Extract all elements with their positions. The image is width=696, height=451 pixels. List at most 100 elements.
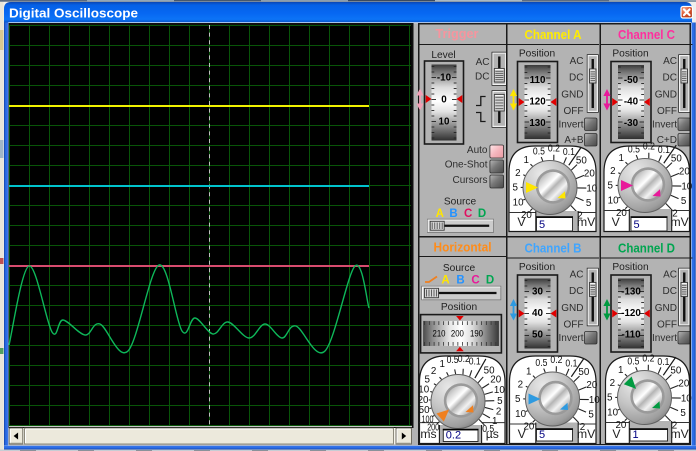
svg-text:1: 1 (633, 429, 639, 441)
svg-text:DC: DC (663, 73, 677, 84)
svg-text:10: 10 (589, 395, 600, 406)
svg-text:50: 50 (532, 330, 543, 341)
svg-text:DC: DC (569, 286, 583, 297)
svg-text:-120: -120 (621, 308, 641, 319)
svg-text:Level: Level (431, 50, 455, 61)
svg-text:5: 5 (512, 183, 518, 194)
svg-text:1: 1 (523, 155, 528, 166)
svg-text:OFF: OFF (657, 106, 677, 117)
svg-text:-10: -10 (437, 73, 452, 84)
svg-text:Invert: Invert (652, 120, 677, 131)
svg-text:50: 50 (671, 154, 682, 165)
svg-text:10: 10 (513, 197, 524, 208)
svg-text:C: C (471, 275, 479, 287)
svg-text:C: C (464, 208, 472, 220)
svg-text:0.5: 0.5 (535, 358, 547, 369)
svg-text:AC: AC (663, 270, 677, 281)
svg-text:5: 5 (680, 408, 686, 419)
svg-text:1: 1 (526, 367, 531, 378)
svg-text:GND: GND (561, 89, 583, 100)
svg-text:V: V (612, 215, 621, 229)
svg-text:50: 50 (419, 405, 430, 416)
svg-text:Position: Position (612, 49, 648, 60)
svg-text:0.2: 0.2 (446, 430, 461, 442)
svg-text:DC: DC (475, 72, 489, 83)
svg-text:GND: GND (655, 303, 677, 314)
svg-text:2: 2 (610, 166, 615, 177)
svg-text:200: 200 (451, 329, 464, 340)
svg-text:Digital Oscilloscope: Digital Oscilloscope (9, 7, 138, 21)
svg-text:µs: µs (486, 427, 499, 441)
svg-text:A: A (436, 208, 444, 220)
svg-text:0.1: 0.1 (469, 356, 481, 367)
svg-text:2: 2 (518, 379, 523, 390)
svg-text:OFF: OFF (564, 320, 584, 331)
svg-text:10: 10 (608, 195, 619, 206)
svg-text:Invert: Invert (652, 333, 677, 344)
svg-text:0.2: 0.2 (642, 354, 654, 365)
svg-text:V: V (517, 215, 526, 229)
svg-text:0.5: 0.5 (628, 145, 640, 156)
svg-text:2: 2 (431, 366, 436, 377)
svg-text:5: 5 (681, 196, 687, 207)
svg-text:1: 1 (618, 365, 623, 376)
svg-text:V: V (518, 427, 527, 441)
svg-text:0.5: 0.5 (627, 357, 639, 368)
svg-text:One-Shot: One-Shot (445, 160, 488, 171)
svg-text:-110: -110 (621, 330, 641, 341)
svg-text:10: 10 (681, 181, 692, 192)
svg-text:10: 10 (515, 409, 526, 420)
svg-text:DC: DC (663, 286, 677, 297)
svg-text:Horizontal: Horizontal (434, 241, 492, 255)
svg-text:Position: Position (519, 49, 555, 60)
svg-text:DC: DC (569, 73, 583, 84)
svg-text:1: 1 (440, 359, 445, 370)
svg-text:0.5: 0.5 (533, 147, 545, 158)
svg-text:0.1: 0.1 (565, 358, 577, 369)
svg-text:2: 2 (515, 168, 520, 179)
svg-text:20: 20 (678, 379, 689, 390)
svg-text:5: 5 (425, 375, 431, 386)
svg-text:AC: AC (476, 57, 490, 68)
svg-text:AC: AC (663, 56, 677, 67)
svg-text:50: 50 (578, 367, 589, 378)
svg-text:10: 10 (607, 407, 618, 418)
svg-text:210: 210 (433, 329, 446, 340)
svg-text:OFF: OFF (564, 106, 584, 117)
svg-text:5: 5 (607, 393, 613, 404)
svg-text:5: 5 (588, 410, 594, 421)
svg-text:D: D (478, 208, 486, 220)
svg-text:GND: GND (655, 89, 677, 100)
svg-text:Position: Position (519, 262, 555, 273)
svg-text:Invert: Invert (558, 333, 583, 344)
svg-text:130: 130 (529, 118, 546, 129)
svg-text:5: 5 (539, 429, 545, 441)
svg-text:10: 10 (418, 385, 429, 396)
svg-text:mV: mV (577, 427, 596, 441)
svg-text:OFF: OFF (657, 320, 677, 331)
svg-text:mV: mV (670, 215, 689, 229)
svg-text:Channel C: Channel C (618, 28, 675, 42)
svg-text:mV: mV (577, 215, 596, 229)
svg-text:Source: Source (444, 197, 477, 208)
svg-text:120: 120 (529, 97, 546, 108)
svg-text:20: 20 (679, 167, 690, 178)
svg-text:20: 20 (490, 375, 501, 386)
svg-text:5: 5 (497, 396, 503, 407)
svg-text:110: 110 (530, 75, 546, 86)
svg-text:Channel D: Channel D (618, 242, 675, 256)
svg-text:mV: mV (670, 427, 689, 441)
svg-text:-130: -130 (621, 287, 641, 298)
svg-text:50: 50 (670, 366, 681, 377)
svg-text:5: 5 (586, 198, 592, 209)
svg-text:Channel B: Channel B (525, 242, 582, 256)
svg-text:B: B (456, 275, 464, 287)
svg-text:1: 1 (618, 153, 623, 164)
svg-text:-40: -40 (624, 97, 639, 108)
svg-text:0.2: 0.2 (548, 144, 560, 155)
svg-text:GND: GND (561, 303, 583, 314)
svg-text:50: 50 (576, 156, 587, 167)
svg-text:Channel A: Channel A (525, 28, 582, 42)
svg-text:5: 5 (515, 394, 521, 405)
svg-text:Cursors: Cursors (452, 175, 487, 186)
